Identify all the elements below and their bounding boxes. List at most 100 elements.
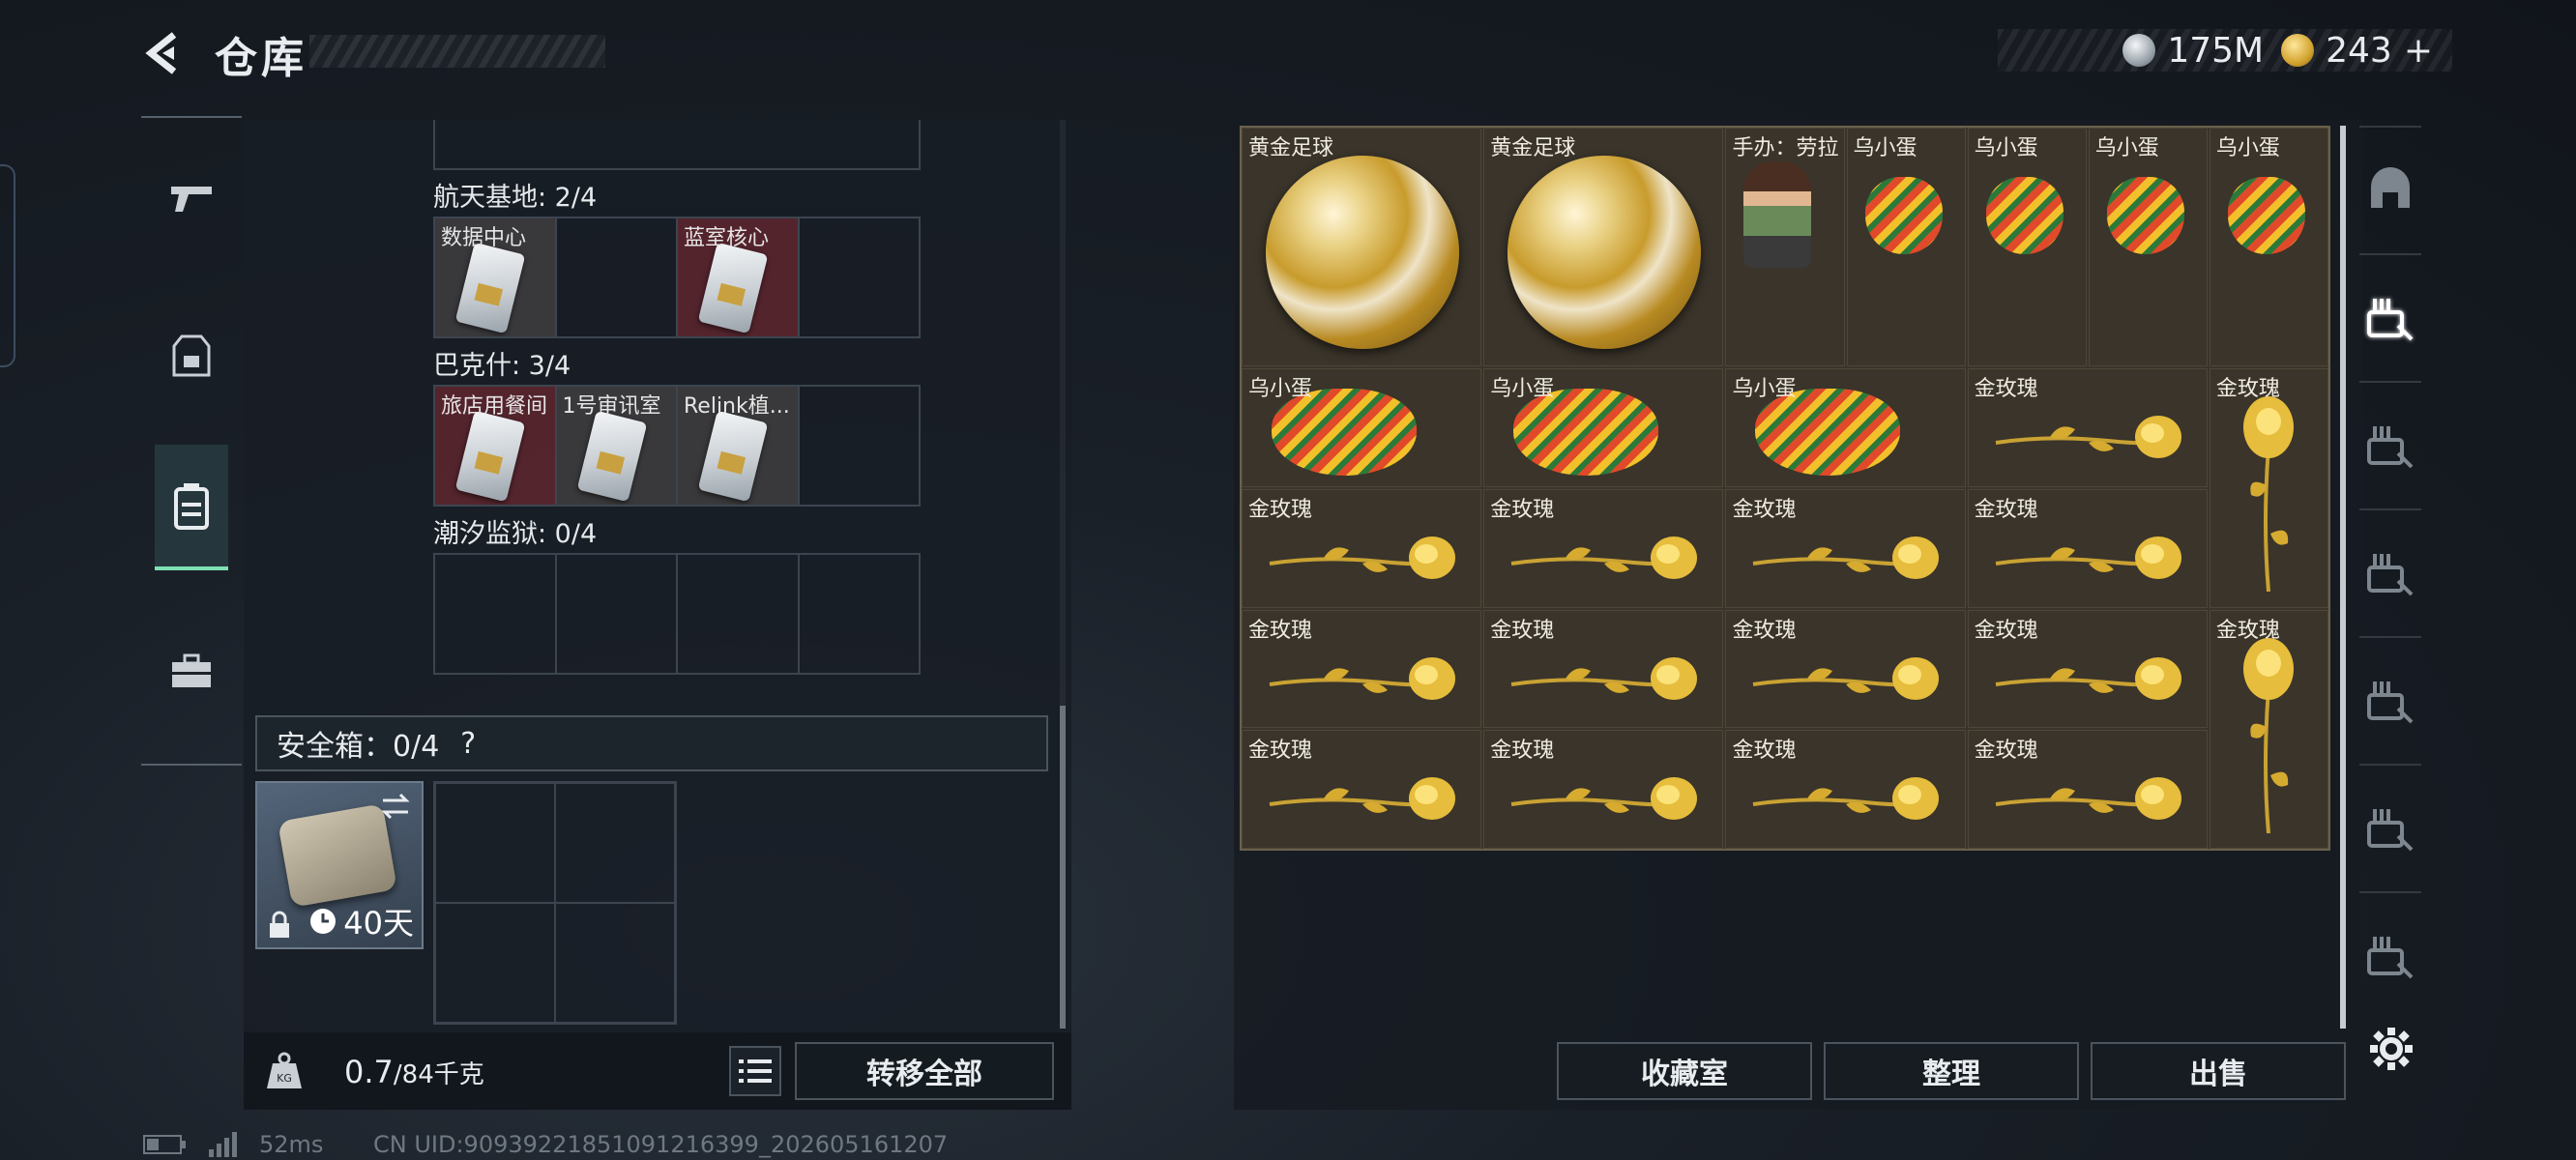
keycard-slot-empty[interactable] (557, 555, 678, 673)
inventory-item[interactable]: 金玫瑰 (1967, 730, 2208, 849)
category-tab[interactable] (2359, 126, 2421, 253)
category-tab[interactable] (2359, 891, 2421, 1019)
rail-divider-bottom (141, 764, 242, 766)
nav-backpack[interactable] (155, 445, 228, 570)
item-name: 金玫瑰 (1490, 739, 1555, 764)
safe-box-container[interactable]: 40天 (255, 781, 424, 949)
item-name: 金玫瑰 (1974, 497, 2038, 522)
inventory-item[interactable]: 乌小蛋 (1725, 368, 1966, 487)
left-scrollbar-thumb[interactable] (1060, 706, 1066, 1029)
inventory-item[interactable]: 金玫瑰 (2209, 368, 2328, 608)
list-view-button[interactable] (729, 1046, 781, 1096)
safe-slot[interactable] (555, 783, 675, 903)
keycard-name: 1号审讯室 (562, 394, 661, 419)
inventory-item[interactable]: 金玫瑰 (1725, 730, 1966, 849)
add-currency-button[interactable]: + (2404, 31, 2433, 71)
gold-rose-icon (1269, 777, 1455, 821)
category-tab[interactable] (2359, 764, 2421, 891)
inventory-item[interactable]: 乌小蛋 (1967, 128, 2087, 367)
category-tab[interactable] (2359, 381, 2421, 508)
keycard-name: 蓝室核心 (684, 226, 770, 250)
egg-figure-icon (1864, 177, 1943, 254)
keycard-slot-empty[interactable] (800, 218, 920, 336)
inventory-item[interactable]: 金玫瑰 (1725, 488, 1966, 608)
safe-slot[interactable] (555, 903, 675, 1023)
currency-gold[interactable]: 243 + (2281, 31, 2433, 71)
currency-gold-value: 243 (2326, 30, 2392, 71)
inventory-item[interactable]: 乌小蛋 (1483, 368, 1724, 487)
item-name: 手办：劳拉 (1732, 136, 1839, 160)
safe-box-grid[interactable] (433, 781, 677, 1025)
ping-value: 52ms (259, 1131, 324, 1158)
inventory-item[interactable]: 金玫瑰 (1483, 730, 1724, 849)
inventory-item[interactable]: 乌小蛋 (1242, 368, 1482, 487)
egg-figure-icon (1985, 177, 2064, 254)
inventory-item[interactable]: 金玫瑰 (1725, 609, 1966, 729)
warehouse-grid[interactable]: 黄金足球 黄金足球 手办：劳拉 乌小蛋 乌小蛋 乌小蛋 乌小蛋 乌小蛋 乌小蛋 乌小蛋 金玫瑰 金玫瑰… (1240, 126, 2330, 851)
inventory-item[interactable]: 黄金足球 (1242, 128, 1482, 367)
inventory-item[interactable]: 手办：劳拉 (1725, 128, 1845, 367)
keycard-slot-empty[interactable] (678, 555, 800, 673)
nav-weapons[interactable] (155, 135, 228, 261)
inventory-item[interactable]: 金玫瑰 (1967, 368, 2208, 487)
category-tab[interactable] (2359, 636, 2421, 764)
collection-button[interactable]: 收藏室 (1557, 1042, 1812, 1100)
item-name: 金玫瑰 (2215, 618, 2280, 643)
keycard-slot[interactable]: Relink植... (678, 387, 800, 505)
keycard-name: Relink植... (684, 394, 790, 419)
transfer-all-button[interactable]: 转移全部 (795, 1042, 1054, 1100)
inventory-item[interactable]: 金玫瑰 (1967, 609, 2208, 729)
swap-icon[interactable] (379, 793, 412, 820)
right-scrollbar[interactable] (2340, 126, 2346, 1029)
battery-icon (143, 1135, 186, 1154)
inventory-item[interactable]: 金玫瑰 (1242, 730, 1482, 849)
sell-button[interactable]: 出售 (2091, 1042, 2346, 1100)
keycard-slot-empty[interactable] (800, 555, 920, 673)
keycard-slot-empty[interactable] (800, 387, 920, 505)
nav-case[interactable] (155, 609, 228, 735)
inventory-item[interactable]: 金玫瑰 (1483, 609, 1724, 729)
sort-button[interactable]: 整理 (1824, 1042, 2079, 1100)
item-name: 乌小蛋 (1974, 136, 2038, 160)
svg-text:KG: KG (277, 1072, 292, 1085)
tier3-item-icon (2367, 554, 2414, 596)
inventory-item[interactable]: 金玫瑰 (1967, 488, 2208, 608)
keycard-slot[interactable]: 1号审讯室 (556, 387, 678, 505)
gold-rose-icon (2242, 637, 2294, 833)
inventory-item[interactable]: 金玫瑰 (1242, 488, 1482, 608)
inventory-item[interactable]: 金玫瑰 (1483, 488, 1724, 608)
gold-rose-icon (1510, 536, 1698, 579)
category-tab[interactable] (2359, 508, 2421, 636)
safe-slot[interactable] (435, 903, 555, 1023)
weight-current: 0.7 (344, 1054, 394, 1090)
item-name: 金玫瑰 (1974, 739, 2038, 764)
category-tab[interactable] (2359, 253, 2421, 381)
inventory-item[interactable]: 金玫瑰 (1242, 609, 1482, 729)
gold-rose-icon (1510, 656, 1698, 700)
gold-rose-icon (2242, 396, 2294, 593)
keycard-slot[interactable]: 旅店用餐间 (435, 387, 557, 505)
inventory-item[interactable]: 金玫瑰 (2209, 609, 2328, 849)
safe-slot[interactable] (435, 783, 555, 903)
status-bar: 52ms (143, 1131, 323, 1158)
gold-football-icon (1508, 156, 1702, 349)
inventory-item[interactable]: 黄金足球 (1483, 128, 1724, 367)
keycard-slot[interactable]: 数据中心 (435, 218, 557, 336)
gold-rose-icon (1753, 656, 1940, 700)
keycard-slot-empty[interactable] (557, 218, 678, 336)
keycard-slot[interactable]: 蓝室核心 (678, 218, 800, 336)
inventory-item[interactable]: 乌小蛋 (2209, 128, 2328, 367)
inventory-item[interactable]: 乌小蛋 (1846, 128, 1966, 367)
egg-figure-icon (2106, 177, 2184, 254)
item-name: 金玫瑰 (1732, 497, 1797, 522)
back-arrow-icon[interactable] (141, 29, 190, 77)
tier2-folder-icon (2367, 937, 2414, 979)
gold-rose-icon (1995, 536, 2181, 579)
vest-icon (172, 334, 211, 377)
gear-icon[interactable] (2367, 1025, 2415, 1073)
nav-vest[interactable] (155, 294, 228, 420)
help-icon[interactable]: ? (460, 727, 476, 761)
inventory-item[interactable]: 乌小蛋 (2088, 128, 2208, 367)
item-name: 乌小蛋 (2215, 136, 2280, 160)
keycard-slot-empty[interactable] (435, 555, 557, 673)
